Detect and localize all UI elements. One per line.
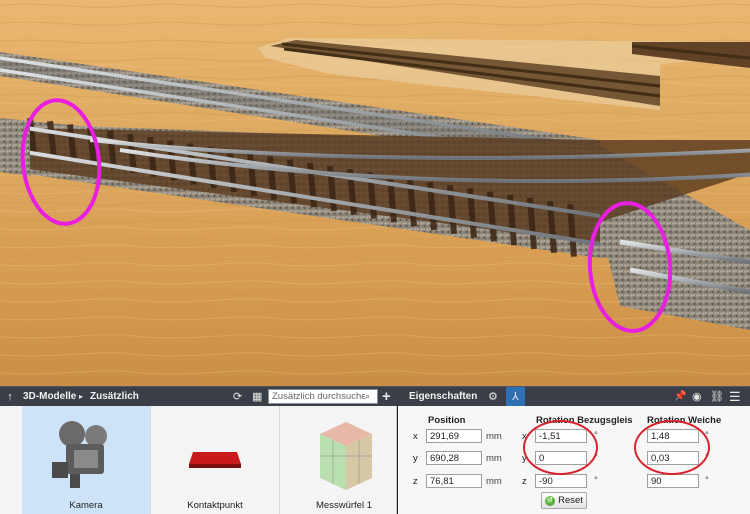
model-tile-camera[interactable]: Kamera [22, 406, 150, 514]
pin-icon[interactable]: 📌 [674, 387, 686, 407]
properties-panel: Position Rotation Bezugsgleis Rotation W… [398, 406, 750, 514]
position-z-field[interactable] [426, 474, 482, 488]
breadcrumb-arrow-icon: ▸ [79, 392, 84, 401]
breadcrumb-root[interactable]: 3D-Modelle [23, 391, 76, 402]
add-icon[interactable]: + [382, 387, 391, 407]
degree-unit: ° [594, 452, 598, 463]
axes-icon[interactable]: ⅄ [506, 386, 525, 407]
railway-tie [67, 124, 77, 162]
properties-title: Eigenschaften [409, 391, 478, 402]
breadcrumb-child[interactable]: Zusätzlich [90, 391, 139, 402]
track-scene [0, 0, 750, 386]
model-tile-measuring-cube[interactable]: Messwürfel 1 [280, 406, 408, 514]
degree-unit: ° [705, 430, 709, 441]
railway-tie [47, 120, 57, 159]
search-box[interactable]: ⌕ [268, 389, 378, 404]
position-unit: mm [486, 453, 502, 464]
link-icon[interactable]: ⛓ [710, 387, 724, 407]
reset-icon: ↺ [545, 495, 556, 506]
position-x-field[interactable] [426, 429, 482, 443]
eye-icon[interactable]: ◉ [692, 387, 702, 407]
search-input[interactable] [269, 390, 365, 403]
degree-unit: ° [594, 430, 598, 441]
degree-unit: ° [705, 475, 709, 486]
axis-z-label: z [522, 476, 527, 487]
rotation-switch-y-field[interactable] [647, 451, 699, 465]
railway-tie [107, 130, 117, 170]
arrow-up-icon[interactable]: ↑ [3, 387, 17, 407]
measuring-cube-model-icon [320, 422, 372, 490]
axis-x-label: x [413, 431, 418, 442]
rotation-track-y-field[interactable] [535, 451, 587, 465]
gear-icon[interactable]: ⚙ [488, 387, 498, 407]
model-label: Kamera [69, 500, 103, 511]
model-label: Messwürfel 1 [316, 500, 372, 511]
rotation-track-x-field[interactable] [535, 429, 587, 443]
3d-viewport[interactable] [0, 0, 750, 386]
axis-y-label: y [413, 453, 418, 464]
degree-unit: ° [705, 452, 709, 463]
position-unit: mm [486, 431, 502, 442]
models-panel: Kamera Kontaktpunkt Messwürfel 1 [0, 406, 397, 514]
model-tile-contact-point[interactable]: Kontaktpunkt [151, 406, 279, 514]
bottom-toolbar: ↑ 3D-Modelle ▸ Zusätzlich ⟳ ▦ ⌕ + Eigens… [0, 386, 750, 407]
rotation-switch-heading: Rotation Weiche [647, 415, 722, 426]
axis-y-label: y [522, 453, 527, 464]
position-heading: Position [428, 415, 466, 426]
rotation-track-z-field[interactable] [535, 474, 587, 488]
degree-unit: ° [594, 475, 598, 486]
grid-view-icon[interactable]: ▦ [252, 387, 262, 407]
camera-model-icon [52, 421, 107, 488]
position-y-field[interactable] [426, 451, 482, 465]
reset-label: Reset [558, 495, 583, 506]
railway-tie [307, 162, 317, 208]
menu-icon[interactable]: ☰ [729, 387, 741, 407]
model-label: Kontaktpunkt [187, 500, 243, 511]
rotation-switch-z-field[interactable] [647, 474, 699, 488]
refresh-icon[interactable]: ⟳ [233, 387, 242, 407]
search-icon[interactable]: ⌕ [365, 391, 370, 402]
rotation-switch-x-field[interactable] [647, 429, 699, 443]
axis-z-label: z [413, 476, 418, 487]
reset-button[interactable]: ↺ Reset [541, 492, 587, 509]
axis-x-label: x [522, 431, 527, 442]
rotation-track-heading: Rotation Bezugsgleis [536, 415, 633, 426]
position-unit: mm [486, 476, 502, 487]
contact-point-model-icon [189, 452, 241, 468]
